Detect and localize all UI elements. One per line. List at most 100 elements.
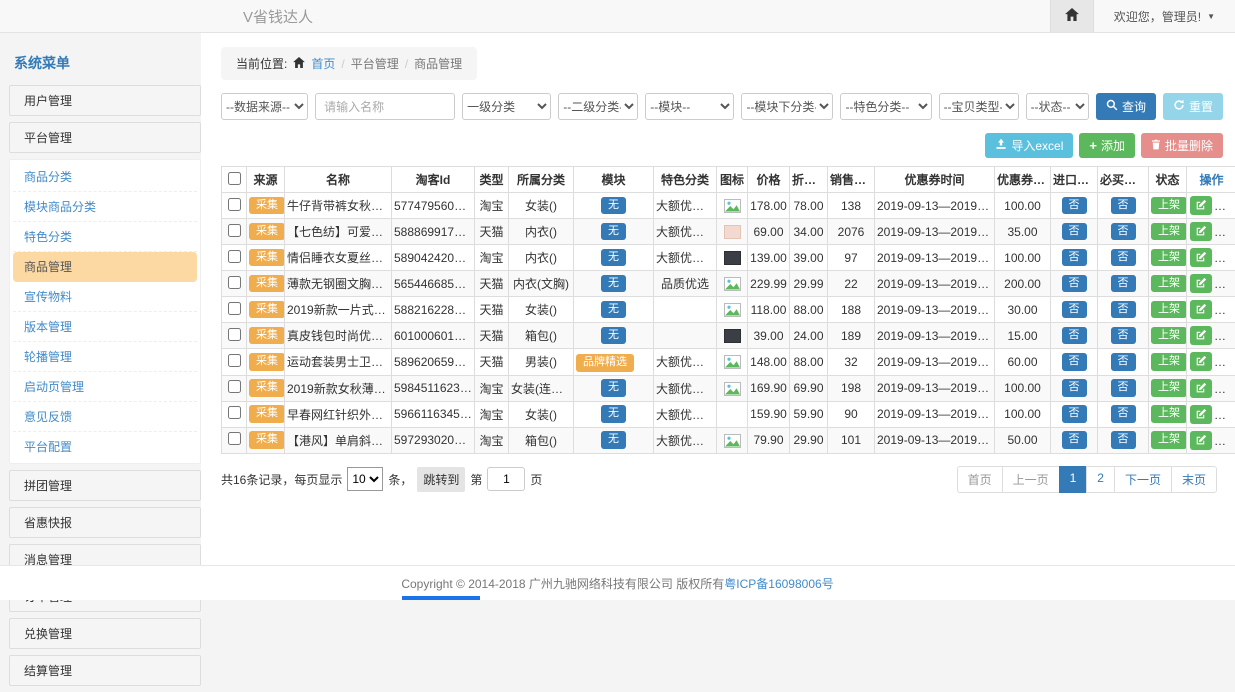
import-optimal-badge[interactable]: 否 (1062, 223, 1087, 241)
must-buy-badge[interactable]: 否 (1111, 301, 1136, 319)
status-badge[interactable]: 上架 (1151, 197, 1187, 215)
status-badge[interactable]: 上架 (1151, 223, 1187, 241)
import-optimal-badge[interactable]: 否 (1062, 327, 1087, 345)
per-page-unit: 条， (388, 471, 412, 488)
status-badge[interactable]: 上架 (1151, 353, 1187, 371)
edit-button[interactable] (1190, 248, 1212, 267)
edit-button[interactable] (1190, 222, 1212, 241)
filter-select-item-type[interactable]: --宝贝类型-- (939, 93, 1019, 120)
cell-coupon-amount: 15.00 (995, 323, 1051, 349)
sidebar-item-10[interactable]: 意见反馈 (13, 402, 197, 432)
edit-button[interactable] (1190, 352, 1212, 371)
pager-page-1[interactable]: 1 (1059, 466, 1088, 493)
import-optimal-badge[interactable]: 否 (1062, 197, 1087, 215)
edit-button[interactable] (1190, 300, 1212, 319)
edit-button[interactable] (1190, 405, 1212, 424)
sidebar-item-2[interactable]: 商品分类 (13, 162, 197, 192)
sidebar-item-6[interactable]: 宣传物料 (13, 282, 197, 312)
must-buy-badge[interactable]: 否 (1111, 249, 1136, 267)
filter-select-module-sub-category[interactable]: --模块下分类-- (741, 93, 833, 120)
sidebar-item-17[interactable]: 结算管理 (9, 655, 201, 686)
import-optimal-badge[interactable]: 否 (1062, 431, 1087, 449)
edit-button[interactable] (1190, 431, 1212, 450)
filter-select-special-category[interactable]: --特色分类-- (840, 93, 931, 120)
edit-button[interactable] (1190, 379, 1212, 398)
row-checkbox[interactable] (228, 224, 241, 237)
sidebar-item-4[interactable]: 特色分类 (13, 222, 197, 252)
import-optimal-badge[interactable]: 否 (1062, 275, 1087, 293)
sidebar-item-8[interactable]: 轮播管理 (13, 342, 197, 372)
jump-button[interactable]: 跳转到 (417, 467, 465, 492)
sidebar-item-0[interactable]: 用户管理 (9, 85, 201, 116)
cell-icon (717, 375, 748, 401)
sidebar-item-9[interactable]: 启动页管理 (13, 372, 197, 402)
row-checkbox[interactable] (228, 276, 241, 289)
row-checkbox[interactable] (228, 250, 241, 263)
import-optimal-badge[interactable]: 否 (1062, 301, 1087, 319)
must-buy-badge[interactable]: 否 (1111, 223, 1136, 241)
filter-select-category-level2[interactable]: --二级分类-- (558, 93, 638, 120)
status-badge[interactable]: 上架 (1151, 249, 1187, 267)
row-checkbox[interactable] (228, 432, 241, 445)
sidebar-item-3[interactable]: 模块商品分类 (13, 192, 197, 222)
status-badge[interactable]: 上架 (1151, 327, 1187, 345)
filter-select-status[interactable]: --状态-- (1026, 93, 1089, 120)
import-optimal-badge[interactable]: 否 (1062, 249, 1087, 267)
pager-prev[interactable]: 上一页 (1002, 466, 1060, 493)
must-buy-badge[interactable]: 否 (1111, 379, 1136, 397)
status-badge[interactable]: 上架 (1151, 379, 1187, 397)
user-menu[interactable]: 欢迎您，管理员! ▼ (1094, 8, 1235, 25)
per-page-select[interactable]: 10 (347, 467, 383, 491)
sidebar-item-13[interactable]: 省惠快报 (9, 507, 201, 538)
sidebar-item-1[interactable]: 平台管理 (9, 122, 201, 153)
breadcrumb-home-link[interactable]: 首页 (311, 55, 335, 72)
must-buy-badge[interactable]: 否 (1111, 197, 1136, 215)
row-checkbox[interactable] (228, 380, 241, 393)
edit-button[interactable] (1190, 326, 1212, 345)
status-badge[interactable]: 上架 (1151, 405, 1187, 423)
pager-page-2[interactable]: 2 (1086, 466, 1115, 493)
icp-link[interactable]: 粤ICP备16098006号 (724, 575, 833, 592)
cell-must-buy: 否 (1098, 245, 1149, 271)
row-checkbox[interactable] (228, 198, 241, 211)
batch-delete-button[interactable]: 批量删除 (1141, 133, 1223, 158)
search-button[interactable]: 查询 (1096, 93, 1156, 120)
must-buy-badge[interactable]: 否 (1111, 327, 1136, 345)
row-checkbox[interactable] (228, 354, 241, 367)
row-checkbox[interactable] (228, 328, 241, 341)
add-button[interactable]: + 添加 (1079, 133, 1135, 158)
select-all-checkbox[interactable] (228, 172, 241, 185)
filter-select-category-level1[interactable]: 一级分类 (462, 93, 551, 120)
import-optimal-badge[interactable]: 否 (1062, 353, 1087, 371)
import-optimal-badge[interactable]: 否 (1062, 379, 1087, 397)
row-checkbox[interactable] (228, 406, 241, 419)
sidebar-item-11[interactable]: 平台配置 (13, 432, 197, 461)
status-badge[interactable]: 上架 (1151, 431, 1187, 449)
must-buy-badge[interactable]: 否 (1111, 405, 1136, 423)
must-buy-badge[interactable]: 否 (1111, 353, 1136, 371)
sidebar-item-12[interactable]: 拼团管理 (9, 470, 201, 501)
cell-coupon-time: 2019-09-13—2019-09-17 (875, 401, 995, 427)
cell-module: 无 (574, 427, 654, 453)
filter-select-data-source[interactable]: --数据来源-- (221, 93, 308, 120)
edit-button[interactable] (1190, 274, 1212, 293)
sidebar-item-7[interactable]: 版本管理 (13, 312, 197, 342)
status-badge[interactable]: 上架 (1151, 301, 1187, 319)
reset-button[interactable]: 重置 (1163, 93, 1223, 120)
page-number-input[interactable] (487, 467, 525, 491)
sidebar-item-16[interactable]: 兑换管理 (9, 618, 201, 649)
sidebar-item-5[interactable]: 商品管理 (13, 252, 197, 282)
filter-select-module[interactable]: --模块-- (645, 93, 734, 120)
pager-first[interactable]: 首页 (957, 466, 1003, 493)
home-button[interactable] (1050, 0, 1094, 32)
pager-last[interactable]: 末页 (1171, 466, 1217, 493)
import-optimal-badge[interactable]: 否 (1062, 405, 1087, 423)
search-name-input[interactable] (315, 93, 455, 120)
pager-next[interactable]: 下一页 (1114, 466, 1172, 493)
status-badge[interactable]: 上架 (1151, 275, 1187, 293)
row-checkbox[interactable] (228, 302, 241, 315)
edit-button[interactable] (1190, 196, 1212, 215)
must-buy-badge[interactable]: 否 (1111, 275, 1136, 293)
import-excel-button[interactable]: 导入excel (985, 133, 1073, 158)
must-buy-badge[interactable]: 否 (1111, 431, 1136, 449)
